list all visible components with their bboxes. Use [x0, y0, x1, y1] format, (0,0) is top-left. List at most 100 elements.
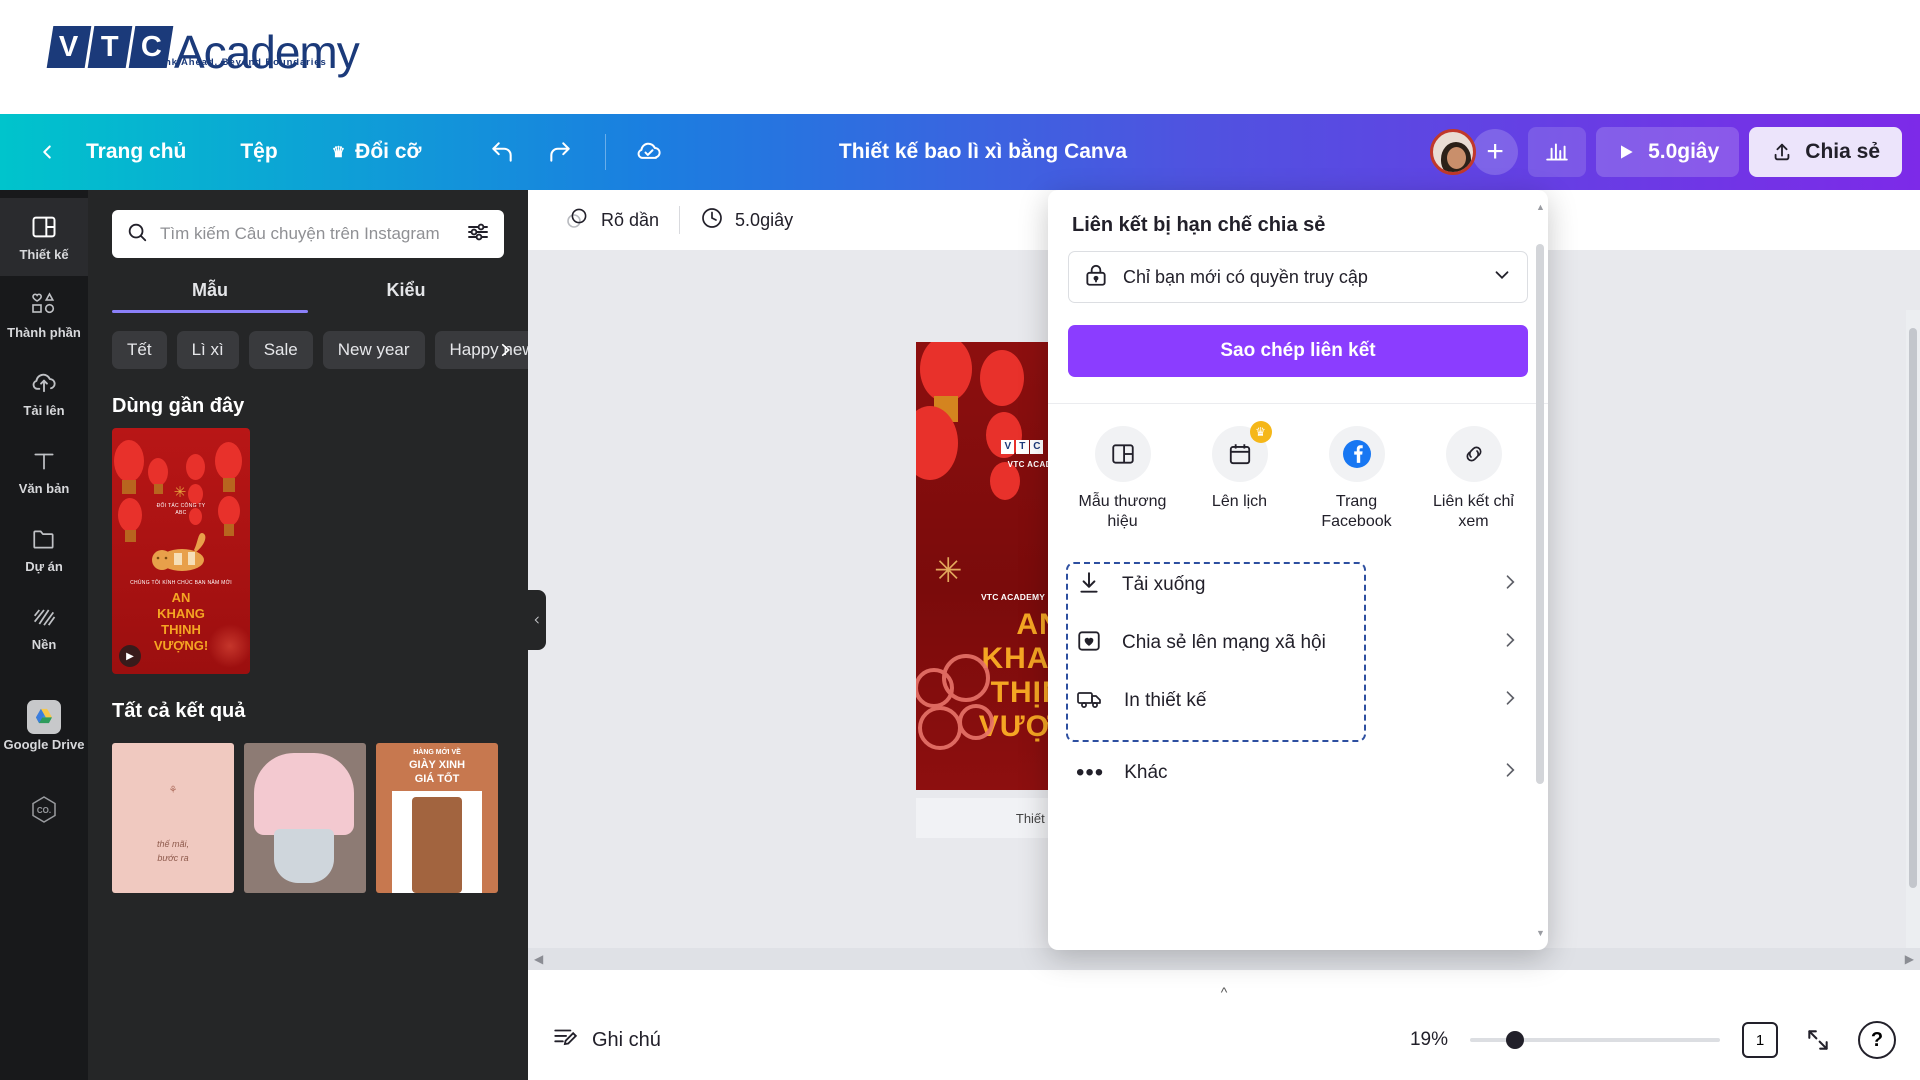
- cloud-check-icon[interactable]: [626, 129, 672, 175]
- tab-styles[interactable]: Kiểu: [308, 280, 504, 313]
- copy-link-button[interactable]: Sao chép liên kết: [1068, 325, 1528, 377]
- share-button[interactable]: Chia sẻ: [1749, 127, 1902, 177]
- sidebar-item-google-drive[interactable]: Google Drive: [0, 688, 88, 766]
- scroll-left-arrow[interactable]: ◀: [534, 952, 543, 966]
- sidebar-item-elements[interactable]: Thành phần: [0, 276, 88, 354]
- share-option-schedule[interactable]: ♛ Lên lịch: [1181, 426, 1298, 532]
- help-button[interactable]: ?: [1858, 1021, 1896, 1059]
- chip-tet[interactable]: Tết: [112, 331, 167, 369]
- chip-new-year[interactable]: New year: [323, 331, 425, 369]
- add-collaborator-button[interactable]: +: [1472, 129, 1518, 175]
- calendar-icon: ♛: [1212, 426, 1268, 482]
- chips-next-button[interactable]: [496, 337, 514, 369]
- expand-icon[interactable]: [1800, 1022, 1836, 1058]
- tab-label: Mẫu: [192, 280, 228, 300]
- scroll-right-arrow[interactable]: ▶: [1905, 952, 1914, 966]
- pages-expand-button[interactable]: ^: [1190, 982, 1258, 1002]
- lantern-cap: [125, 530, 136, 542]
- scrollbar-thumb[interactable]: [1909, 328, 1917, 888]
- logo-box-t: T: [88, 26, 133, 68]
- page-count-button[interactable]: 1: [1742, 1022, 1778, 1058]
- result-card-2[interactable]: [244, 743, 366, 893]
- share-option-label: Lên lịch: [1191, 492, 1289, 512]
- chevron-right-icon: [1500, 572, 1520, 598]
- results-grid: ⚘ thế mãi, bước ra HÀNG MỚI VỀ GIÀY XINH…: [88, 743, 528, 893]
- share-row-more[interactable]: ••• Khác: [1064, 744, 1532, 802]
- scrollbar-thumb[interactable]: [1536, 244, 1544, 784]
- design-title[interactable]: Thiết kế bao lì xì bằng Canva: [839, 140, 1127, 164]
- lantern-cap: [154, 484, 163, 494]
- recent-template-thumbnail[interactable]: ✳ ĐỐI TÁC CÔNG TY ABC CHÚNG TÔI KÍNH CHÚ…: [112, 428, 250, 674]
- avatar-face: [1447, 147, 1466, 169]
- result-card-1[interactable]: ⚘ thế mãi, bước ra: [112, 743, 234, 893]
- share-row-print[interactable]: In thiết kế: [1064, 672, 1532, 730]
- share-option-facebook[interactable]: Trang Facebook: [1298, 426, 1415, 532]
- sidebar-item-text[interactable]: Văn bản: [0, 432, 88, 510]
- lantern-cap: [223, 478, 235, 492]
- sidebar-item-label: Tải lên: [23, 403, 64, 418]
- scroll-up-arrow[interactable]: ▲: [1536, 202, 1544, 212]
- view-link-icon: [1446, 426, 1502, 482]
- sidebar-item-apps[interactable]: CO.: [0, 772, 88, 850]
- search-input[interactable]: [160, 224, 454, 244]
- duration-label: 5.0giây: [735, 210, 793, 231]
- help-label: ?: [1871, 1029, 1883, 1052]
- chip-lixi[interactable]: Lì xì: [177, 331, 239, 369]
- undo-button[interactable]: [479, 129, 525, 175]
- zoom-slider-knob[interactable]: [1506, 1031, 1524, 1049]
- share-row-label: Chia sẻ lên mạng xã hội: [1122, 632, 1480, 654]
- zoom-slider[interactable]: [1470, 1038, 1720, 1042]
- share-options-grid: Mẫu thương hiệu ♛ Lên lịch Trang Faceboo…: [1048, 404, 1548, 538]
- sidebar-item-design[interactable]: Thiết kế: [0, 198, 88, 276]
- avatar[interactable]: [1430, 129, 1476, 175]
- sidebar-item-label: Thiết kế: [19, 247, 68, 262]
- share-option-brand-template[interactable]: Mẫu thương hiệu: [1064, 426, 1181, 532]
- redo-button[interactable]: [537, 129, 583, 175]
- analytics-button[interactable]: [1528, 127, 1586, 177]
- lantern: [148, 458, 168, 486]
- share-popover: Liên kết bị hạn chế chia sẻ Chỉ bạn mới …: [1048, 190, 1548, 950]
- svg-text:CO.: CO.: [37, 806, 51, 815]
- canvas-horizontal-scrollbar[interactable]: ◀ ▶: [528, 948, 1920, 970]
- share-option-label: Mẫu thương hiệu: [1074, 492, 1172, 532]
- canva-editor-window: V T C Academy Think Ahead, Beyond Bounda…: [0, 0, 1920, 1080]
- firework-ornament: ✳: [934, 554, 974, 594]
- sidebar-item-projects[interactable]: Dự án: [0, 510, 88, 588]
- share-popover-title: Liên kết bị hạn chế chia sẻ: [1048, 190, 1548, 251]
- share-row-download[interactable]: Tải xuống: [1064, 556, 1532, 614]
- duration-button[interactable]: 5.0giây: [686, 198, 807, 242]
- file-button[interactable]: Tệp: [224, 128, 293, 176]
- back-button[interactable]: [24, 129, 70, 175]
- chip-sale[interactable]: Sale: [249, 331, 313, 369]
- share-row-social[interactable]: Chia sẻ lên mạng xã hội: [1064, 614, 1532, 672]
- chip-label: Happy new year: [450, 340, 528, 359]
- bottom-bar-right: 19% 1 ?: [1410, 1021, 1896, 1059]
- left-rail: Thiết kế Thành phần Tải lên Vă: [0, 190, 88, 1080]
- chip-label: Lì xì: [192, 340, 224, 359]
- lantern: [215, 442, 242, 480]
- scroll-down-arrow[interactable]: ▼: [1536, 928, 1544, 938]
- panel-collapse-handle[interactable]: [528, 590, 546, 650]
- search-box[interactable]: [112, 210, 504, 258]
- result-card-3[interactable]: HÀNG MỚI VỀ GIÀY XINH GIÁ TỐT: [376, 743, 498, 893]
- home-button[interactable]: Trang chủ: [70, 128, 202, 176]
- notes-button[interactable]: Ghi chú: [552, 1024, 661, 1056]
- share-option-view-link[interactable]: Liên kết chỉ xem: [1415, 426, 1532, 532]
- sidebar-item-uploads[interactable]: Tải lên: [0, 354, 88, 432]
- share-popover-scrollbar[interactable]: ▲ ▼: [1536, 202, 1544, 938]
- present-button[interactable]: 5.0giây: [1596, 127, 1739, 177]
- access-select[interactable]: Chỉ bạn mới có quyền truy cập: [1068, 251, 1528, 303]
- toolbar-left-group: Trang chủ Tệp ♛ Đổi cỡ: [0, 114, 672, 190]
- canvas-vertical-scrollbar[interactable]: [1906, 310, 1920, 948]
- resize-button[interactable]: ♛ Đổi cỡ: [316, 128, 438, 176]
- results-section-title: Tất cả kết quả: [88, 674, 528, 733]
- brand-template-icon: [1095, 426, 1151, 482]
- sidebar-item-background[interactable]: Nền: [0, 588, 88, 666]
- design-logo-letter: V: [1001, 440, 1014, 454]
- transition-button[interactable]: Rõ dần: [550, 198, 673, 242]
- tab-templates[interactable]: Mẫu: [112, 280, 308, 313]
- filter-sliders-icon[interactable]: [466, 220, 490, 249]
- result-line: GIÀY XINH: [376, 759, 498, 771]
- home-label: Trang chủ: [86, 140, 186, 164]
- play-icon[interactable]: ▶: [119, 645, 141, 667]
